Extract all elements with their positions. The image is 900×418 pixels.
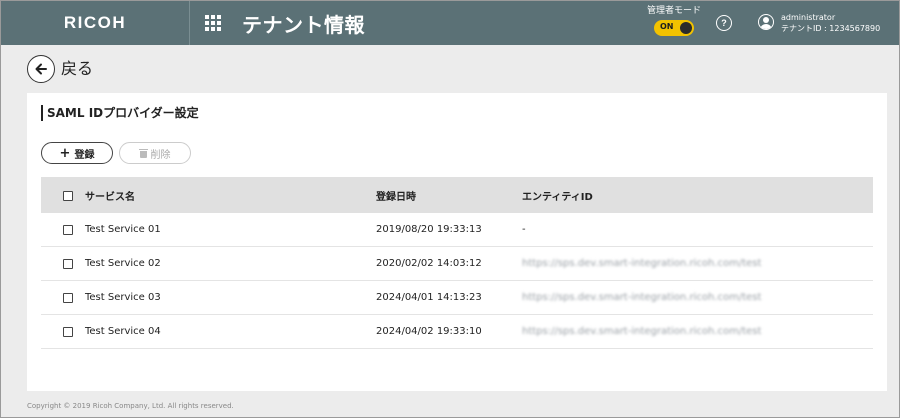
- select-all-checkbox[interactable]: [63, 191, 73, 201]
- back-button[interactable]: [27, 55, 55, 83]
- admin-mode-toggle-label: ON: [660, 22, 674, 31]
- app-header: RICOH テナント情報 管理者モード ON ? administrator テ…: [1, 1, 899, 45]
- tenant-id: テナントID : 1234567890: [781, 24, 881, 33]
- user-name: administrator: [781, 13, 836, 22]
- toggle-knob: [680, 22, 692, 34]
- entity-id: -: [522, 224, 526, 235]
- registered-at: 2024/04/02 19:33:10: [376, 326, 482, 337]
- saml-idp-panel: SAML IDプロバイダー設定 + 登録 削除 サービス名 登録日時 エンティテ…: [27, 93, 887, 391]
- entity-id: https://sps.dev.smart-integration.ricoh.…: [522, 326, 762, 337]
- service-name[interactable]: Test Service 03: [85, 281, 161, 314]
- admin-mode: 管理者モード ON: [643, 5, 705, 36]
- service-name[interactable]: Test Service 04: [85, 315, 161, 348]
- section-title: SAML IDプロバイダー設定: [41, 105, 199, 121]
- plus-icon: +: [59, 145, 71, 161]
- admin-mode-toggle[interactable]: ON: [654, 20, 694, 36]
- entity-id: https://sps.dev.smart-integration.ricoh.…: [522, 258, 762, 269]
- page-title: テナント情報: [242, 12, 365, 37]
- ricoh-logo[interactable]: RICOH: [1, 1, 190, 45]
- header-registered-at[interactable]: 登録日時: [376, 177, 416, 213]
- header-service-name[interactable]: サービス名: [85, 177, 135, 213]
- admin-mode-label: 管理者モード: [646, 6, 701, 16]
- row-checkbox[interactable]: [63, 327, 73, 337]
- copyright: Copyright © 2019 Ricoh Company, Ltd. All…: [27, 402, 234, 410]
- idp-table: サービス名 登録日時 エンティティID Test Service 01 2019…: [41, 177, 873, 349]
- header-entity-id[interactable]: エンティティID: [522, 177, 593, 213]
- back-label[interactable]: 戻る: [61, 59, 93, 79]
- service-name[interactable]: Test Service 01: [85, 213, 161, 246]
- table-row[interactable]: Test Service 01 2019/08/20 19:33:13 -: [41, 213, 873, 247]
- registered-at: 2024/04/01 14:13:23: [376, 292, 482, 303]
- row-checkbox[interactable]: [63, 293, 73, 303]
- registered-at: 2019/08/20 19:33:13: [376, 224, 482, 235]
- entity-id: https://sps.dev.smart-integration.ricoh.…: [522, 292, 762, 303]
- row-checkbox[interactable]: [63, 225, 73, 235]
- apps-grid-icon[interactable]: [205, 15, 221, 31]
- register-button[interactable]: + 登録: [41, 142, 113, 164]
- user-info[interactable]: administrator テナントID : 1234567890: [781, 12, 880, 34]
- register-button-label: 登録: [74, 149, 95, 161]
- row-checkbox[interactable]: [63, 259, 73, 269]
- table-row[interactable]: Test Service 03 2024/04/01 14:13:23 http…: [41, 281, 873, 315]
- table-row[interactable]: Test Service 02 2020/02/02 14:03:12 http…: [41, 247, 873, 281]
- user-icon[interactable]: [758, 14, 774, 30]
- trash-icon: [138, 148, 148, 158]
- service-name[interactable]: Test Service 02: [85, 247, 161, 280]
- delete-button[interactable]: 削除: [119, 142, 191, 164]
- back-arrow-icon: [35, 63, 47, 75]
- registered-at: 2020/02/02 14:03:12: [376, 258, 482, 269]
- help-icon[interactable]: ?: [716, 15, 732, 31]
- table-row[interactable]: Test Service 04 2024/04/02 19:33:10 http…: [41, 315, 873, 349]
- delete-button-label: 削除: [150, 149, 171, 161]
- table-header: サービス名 登録日時 エンティティID: [41, 177, 873, 213]
